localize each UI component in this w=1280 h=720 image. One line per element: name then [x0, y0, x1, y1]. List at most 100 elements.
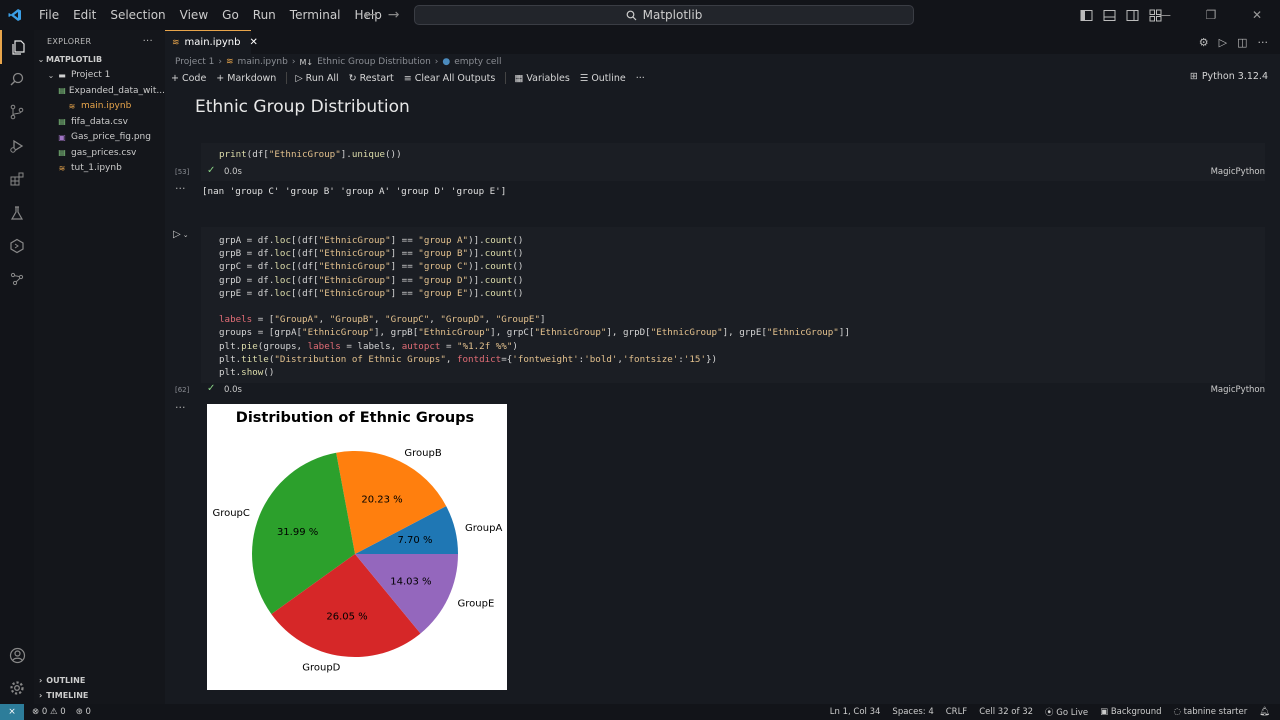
toggle-sidebar-icon[interactable] — [1080, 9, 1093, 22]
file-tree-item[interactable]: ▤ Expanded_data_wit... — [34, 83, 165, 99]
accounts-icon[interactable] — [0, 638, 34, 672]
source-control-icon[interactable] — [0, 95, 34, 129]
menu-go[interactable]: Go — [215, 0, 246, 30]
forward-arrow-icon[interactable]: → — [388, 7, 400, 23]
toolbar-more-button[interactable]: ··· — [636, 73, 645, 84]
problems-indicator[interactable]: ⊗ 0 ⚠ 0 — [32, 707, 66, 717]
workspace-root-label: MATPLOTLIB — [46, 55, 103, 65]
search-sidebar-icon[interactable] — [0, 62, 34, 96]
csv-file-icon: ▤ — [58, 148, 66, 158]
extensions-icon[interactable] — [0, 162, 34, 196]
tab-label: main.ipynb — [184, 37, 241, 48]
menu-edit[interactable]: Edit — [66, 0, 103, 30]
status-right: Ln 1, Col 34 Spaces: 4 CRLF Cell 32 of 3… — [830, 704, 1270, 720]
file-tree-item[interactable]: ▤ fifa_data.csv — [34, 114, 165, 130]
cell1-language[interactable]: MagicPython — [1211, 167, 1265, 177]
ports-count: 0 — [85, 707, 91, 717]
file-tree-item[interactable]: ≋ main.ipynb — [34, 99, 165, 115]
close-tab-icon[interactable]: ✕ — [249, 37, 257, 48]
run-all-button[interactable]: ▷ Run All — [295, 73, 338, 84]
breadcrumb-item[interactable]: Ethnic Group Distribution — [317, 57, 431, 67]
close-window-icon[interactable]: ✕ — [1234, 0, 1280, 30]
minimize-icon[interactable]: — — [1142, 0, 1188, 30]
background-button[interactable]: ▣ Background — [1100, 707, 1161, 717]
notifications-bell-icon[interactable]: 🔔︎ — [1259, 707, 1270, 717]
menu-run[interactable]: Run — [246, 0, 283, 30]
markdown-icon: M↓ — [299, 57, 314, 67]
explorer-more-icon[interactable]: ··· — [143, 36, 153, 47]
timeline-section[interactable]: › TIMELINE — [34, 688, 165, 703]
tab-main-ipynb[interactable]: ≋ main.ipynb ✕ — [165, 30, 258, 54]
cell2-language[interactable]: MagicPython — [1211, 385, 1265, 395]
file-tree-item[interactable]: ▤ gas_prices.csv — [34, 145, 165, 161]
back-arrow-icon[interactable]: ← — [364, 7, 376, 23]
command-center-search[interactable]: Matplotlib — [414, 5, 914, 25]
maximize-icon[interactable]: ❐ — [1188, 0, 1234, 30]
pie-chart-svg: Distribution of Ethnic Groups 7.70 % Grou… — [212, 410, 502, 673]
explorer-icon[interactable] — [0, 30, 34, 64]
tabnine-status[interactable]: ◌ tabnine starter — [1174, 707, 1248, 717]
markdown-heading[interactable]: Ethnic Group Distribution — [195, 97, 410, 117]
menu-view[interactable]: View — [173, 0, 215, 30]
file-tree-label: Expanded_data_wit... — [68, 85, 165, 96]
remote-indicator-icon[interactable]: ⨯ — [0, 704, 24, 720]
add-markdown-button[interactable]: + Markdown — [216, 73, 276, 84]
window-controls: — ❐ ✕ — [1142, 0, 1280, 30]
restart-button[interactable]: ↻ Restart — [349, 73, 394, 84]
line-ending[interactable]: CRLF — [946, 707, 967, 717]
menu-selection[interactable]: Selection — [103, 0, 172, 30]
add-code-button[interactable]: + Code — [171, 73, 206, 84]
variables-icon: ▦ — [514, 72, 524, 84]
variables-button[interactable]: ▦ Variables — [514, 73, 569, 84]
output-more-icon[interactable]: ··· — [175, 182, 186, 195]
remote-explorer-icon[interactable] — [0, 229, 34, 263]
tabnine-icon[interactable] — [0, 262, 34, 296]
vscode-logo-icon — [0, 0, 30, 30]
workspace-root[interactable]: ⌄ MATPLOTLIB — [34, 52, 165, 68]
file-tree-label: gas_prices.csv — [71, 147, 137, 158]
run-cell-icon[interactable]: ▷ ⌄ — [173, 229, 189, 240]
breadcrumb-separator: › — [291, 57, 296, 67]
chevron-right-icon: › — [39, 676, 43, 685]
cell2-code[interactable]: grpA = df.loc[(df["EthnicGroup"] == "gro… — [219, 234, 850, 379]
editor-actions: ⚙ ▷ ◫ ··· — [1199, 30, 1268, 54]
indentation[interactable]: Spaces: 4 — [892, 707, 933, 717]
cell-position[interactable]: Cell 32 of 32 — [979, 707, 1033, 717]
file-tree-item[interactable]: ▣ Gas_price_fig.png — [34, 130, 165, 146]
kernel-picker[interactable]: ⊞ Python 3.12.4 — [1190, 71, 1268, 82]
folder-file-icon: ▬ — [58, 70, 66, 80]
cursor-position[interactable]: Ln 1, Col 34 — [830, 707, 881, 717]
pie-value-label: 14.03 % — [390, 576, 431, 587]
clear-outputs-button[interactable]: ≡ Clear All Outputs — [404, 73, 496, 84]
notebook-file-icon: ≋ — [226, 57, 234, 67]
file-tree-label: Project 1 — [71, 70, 111, 81]
run-debug-icon[interactable] — [0, 129, 34, 163]
breadcrumb-item[interactable]: main.ipynb — [238, 57, 288, 67]
settings-gear-icon[interactable] — [0, 671, 34, 705]
pie-category-label: GroupE — [458, 598, 495, 609]
pie-value-label: 26.05 % — [326, 611, 367, 622]
outline-button[interactable]: ☰ Outline — [580, 73, 626, 84]
notebook-file-icon: ≋ — [58, 163, 66, 173]
kernel-label: Python 3.12.4 — [1201, 71, 1268, 82]
run-icon[interactable]: ▷ — [1219, 36, 1227, 49]
toggle-panel-icon[interactable] — [1103, 9, 1116, 22]
more-actions-icon[interactable]: ··· — [1258, 36, 1269, 49]
cell1-code[interactable]: print(df["EthnicGroup"].unique()) — [219, 148, 402, 161]
file-tree-item[interactable]: ≋ tut_1.ipynb — [34, 161, 165, 177]
output-more-icon[interactable]: ··· — [175, 401, 186, 414]
breadcrumb-item[interactable]: empty cell — [454, 57, 501, 67]
menu-terminal[interactable]: Terminal — [283, 0, 348, 30]
ports-indicator[interactable]: ⊛ 0 — [76, 707, 91, 717]
file-tree-item[interactable]: ⌄ ▬ Project 1 — [34, 68, 165, 84]
go-live-button[interactable]: ⦿ Go Live — [1045, 706, 1088, 718]
breadcrumb-item[interactable]: Project 1 — [175, 57, 214, 67]
pie-category-label: GroupD — [302, 662, 340, 673]
status-left: ⊗ 0 ⚠ 0 ⊛ 0 — [32, 707, 91, 717]
toggle-secondary-sidebar-icon[interactable] — [1126, 9, 1139, 22]
split-editor-icon[interactable]: ◫ — [1237, 36, 1247, 49]
menu-file[interactable]: File — [32, 0, 66, 30]
gear-icon[interactable]: ⚙ — [1199, 36, 1209, 49]
testing-flask-icon[interactable] — [0, 196, 34, 230]
outline-section[interactable]: › OUTLINE — [34, 673, 165, 688]
